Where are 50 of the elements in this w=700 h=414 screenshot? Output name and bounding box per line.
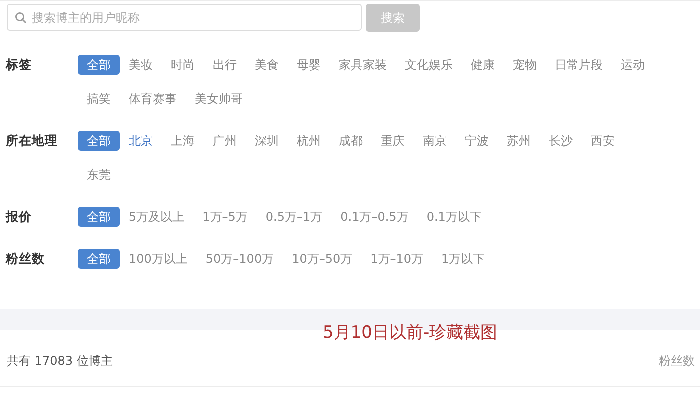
filter-option[interactable]: 1万–10万 bbox=[362, 249, 433, 269]
filter-option[interactable]: 全部 bbox=[78, 55, 120, 75]
search-icon bbox=[15, 12, 27, 24]
filter-option[interactable]: 0.5万–1万 bbox=[256, 207, 332, 227]
filter-label: 所在地理 bbox=[5, 132, 59, 150]
filter-option[interactable]: 运动 bbox=[612, 55, 654, 75]
filter-option[interactable]: 重庆 bbox=[372, 131, 414, 151]
filter-option[interactable]: 家具家装 bbox=[330, 55, 396, 75]
filter-option[interactable]: 长沙 bbox=[540, 131, 582, 151]
filter-option[interactable]: 宁波 bbox=[456, 131, 498, 151]
filter-option[interactable]: 杭州 bbox=[288, 131, 330, 151]
filter-option[interactable]: 搞笑 bbox=[78, 89, 120, 109]
sort-link[interactable]: 粉丝数 bbox=[659, 352, 695, 370]
filter-option[interactable]: 0.1万–0.5万 bbox=[332, 207, 418, 227]
filter-option[interactable]: 美食 bbox=[246, 55, 288, 75]
filter-option[interactable]: 全部 bbox=[78, 131, 120, 151]
filter-label: 报价 bbox=[4, 208, 33, 226]
filter-option[interactable]: 美女帅哥 bbox=[186, 89, 252, 109]
filter-label: 粉丝数 bbox=[4, 250, 46, 268]
filter-option[interactable]: 1万–5万 bbox=[194, 207, 257, 227]
filter-option[interactable]: 5万及以上 bbox=[120, 207, 194, 227]
filter-option[interactable]: 50万–100万 bbox=[196, 249, 284, 269]
filter-option[interactable]: 西安 bbox=[582, 131, 624, 151]
filter-label: 标签 bbox=[4, 56, 33, 74]
filter-option[interactable]: 出行 bbox=[204, 55, 246, 75]
filter-option[interactable]: 广州 bbox=[204, 131, 246, 151]
filter-option[interactable]: 美妆 bbox=[120, 55, 162, 75]
filter-option[interactable]: 体育赛事 bbox=[120, 89, 186, 109]
filter-option[interactable]: 文化娱乐 bbox=[396, 55, 462, 75]
filter-option[interactable]: 母婴 bbox=[288, 55, 330, 75]
filter-option[interactable]: 0.1万以下 bbox=[418, 207, 491, 227]
filter-option[interactable]: 北京 bbox=[120, 131, 162, 151]
filter-option[interactable]: 上海 bbox=[162, 131, 204, 151]
result-count: 共有 17083 位博主 bbox=[7, 352, 113, 370]
filter-option[interactable]: 南京 bbox=[414, 131, 456, 151]
filter-option[interactable]: 100万以上 bbox=[120, 249, 197, 269]
filter-option[interactable]: 成都 bbox=[330, 131, 372, 151]
annotation-text: 5月10日以前-珍藏截图 bbox=[323, 322, 498, 344]
filter-option[interactable]: 全部 bbox=[78, 249, 120, 269]
filter-option[interactable]: 全部 bbox=[78, 207, 120, 227]
filter-option[interactable]: 深圳 bbox=[246, 131, 288, 151]
filter-option[interactable]: 苏州 bbox=[498, 131, 540, 151]
filter-option[interactable]: 健康 bbox=[462, 55, 504, 75]
filter-option[interactable]: 时尚 bbox=[162, 55, 204, 75]
filter-option[interactable]: 东莞 bbox=[78, 165, 120, 185]
filter-option[interactable]: 10万–50万 bbox=[283, 249, 362, 269]
filter-option[interactable]: 日常片段 bbox=[546, 55, 612, 75]
filter-option[interactable]: 1万以下 bbox=[432, 249, 494, 269]
filter-option[interactable]: 宠物 bbox=[504, 55, 546, 75]
search-field[interactable]: 搜索博主的用户昵称 bbox=[7, 4, 362, 31]
